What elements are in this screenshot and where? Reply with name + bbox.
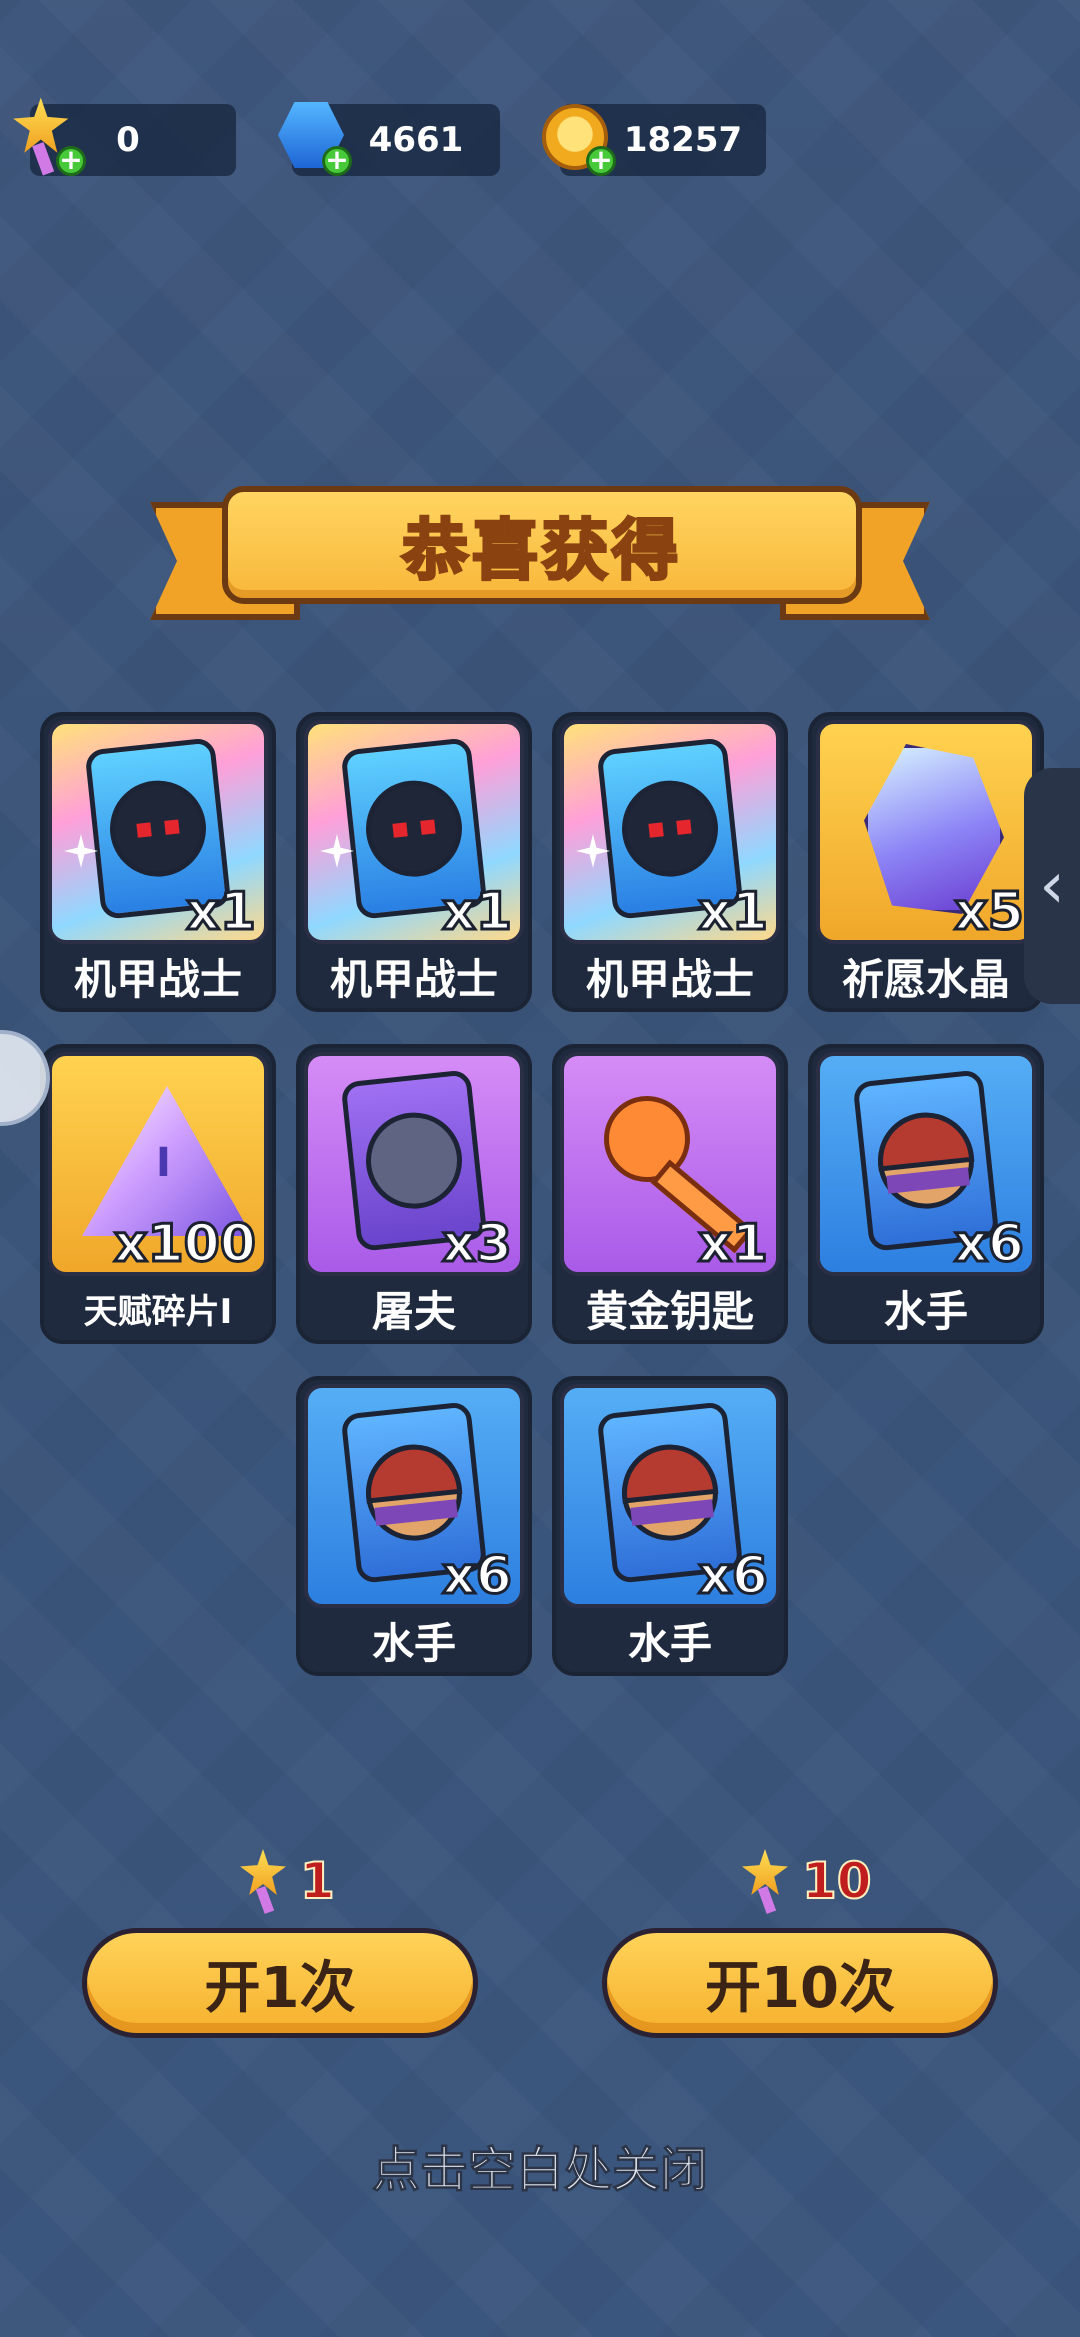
reward-count: x6 xyxy=(697,1545,770,1608)
reward-name: 黄金钥匙 xyxy=(585,1287,754,1336)
open-ten-cost: 10 xyxy=(738,1846,873,1916)
star-wand-icon xyxy=(738,1849,794,1913)
reward-card[interactable]: x5 祈愿水晶 xyxy=(808,712,1044,1012)
add-star-wand-icon[interactable]: + xyxy=(56,146,86,176)
reward-card[interactable]: x6 水手 xyxy=(808,1044,1044,1344)
side-panel-toggle[interactable]: ‹ xyxy=(1024,768,1080,1004)
add-coin-icon[interactable]: + xyxy=(586,146,616,176)
chevron-left-icon: ‹ xyxy=(1039,849,1065,923)
reward-card[interactable]: x3 屠夫 xyxy=(296,1044,532,1344)
reward-name: 机甲战士 xyxy=(73,955,242,1004)
reward-count: x6 xyxy=(441,1545,514,1608)
open-once-button[interactable]: 开1次 xyxy=(82,1928,478,2038)
open-once-label: 开1次 xyxy=(204,1955,356,2021)
add-gem-icon[interactable]: + xyxy=(322,146,352,176)
reward-card[interactable]: x1 机甲战士 xyxy=(40,712,276,1012)
star-wand-icon: + xyxy=(6,96,86,176)
reward-count: x1 xyxy=(697,1213,770,1276)
open-ten-cost-value: 10 xyxy=(801,1851,873,1911)
reward-count: x6 xyxy=(953,1213,1026,1276)
reward-count: x5 xyxy=(953,881,1026,944)
reward-name: 机甲战士 xyxy=(329,955,498,1004)
open-ten-button[interactable]: 开10次 xyxy=(602,1928,998,2038)
reward-card[interactable]: x1 黄金钥匙 xyxy=(552,1044,788,1344)
reward-count: x1 xyxy=(697,881,770,944)
star-wand-icon xyxy=(236,1849,292,1913)
reward-count: x3 xyxy=(441,1213,514,1276)
reward-name: 天赋碎片Ⅰ xyxy=(83,1292,233,1332)
reward-card[interactable]: I x100 天赋碎片Ⅰ xyxy=(40,1044,276,1344)
reward-name: 祈愿水晶 xyxy=(841,955,1010,1004)
currency-star-wand-value: 0 xyxy=(116,120,140,160)
reward-name: 水手 xyxy=(883,1287,968,1336)
blue-gem-icon: + xyxy=(272,96,352,176)
reward-count: x100 xyxy=(112,1213,257,1276)
reward-card[interactable]: x6 水手 xyxy=(552,1376,788,1676)
reward-card[interactable]: x6 水手 xyxy=(296,1376,532,1676)
open-ten-label: 开10次 xyxy=(705,1955,895,2021)
reward-banner: 恭喜获得 xyxy=(222,486,862,604)
reward-name: 水手 xyxy=(371,1619,456,1668)
open-once-cost: 1 xyxy=(236,1846,336,1916)
reward-name: 机甲战士 xyxy=(585,955,754,1004)
reward-name: 屠夫 xyxy=(371,1287,456,1336)
banner-title: 恭喜获得 xyxy=(401,511,682,591)
reward-card[interactable]: x1 机甲战士 xyxy=(296,712,532,1012)
open-once-cost-value: 1 xyxy=(299,1851,336,1911)
reward-card[interactable]: x1 机甲战士 xyxy=(552,712,788,1012)
reward-name: 水手 xyxy=(627,1619,712,1668)
gold-coin-icon: + xyxy=(536,96,616,176)
tap-to-close-hint[interactable]: 点击空白处关闭 xyxy=(0,2130,1080,2200)
reward-count: x1 xyxy=(185,881,258,944)
reward-count: x1 xyxy=(441,881,514,944)
